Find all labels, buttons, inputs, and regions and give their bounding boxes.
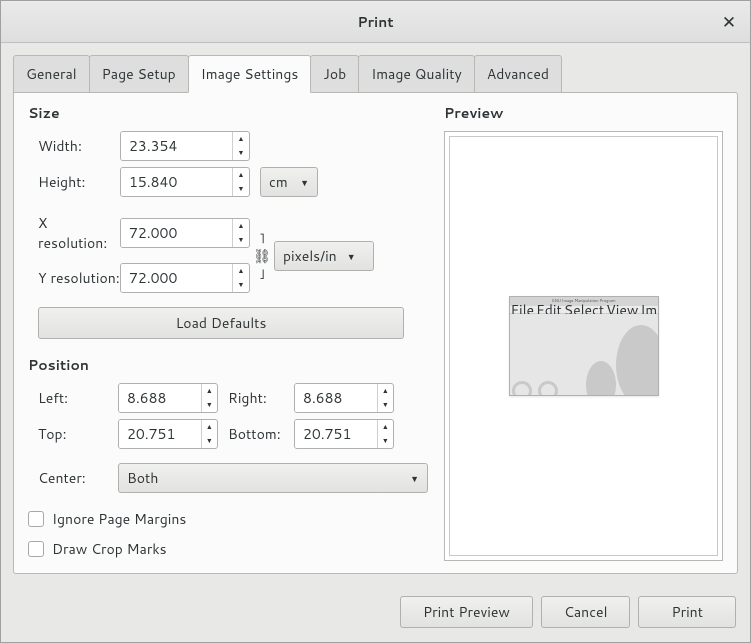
preview-thumb-menubar: FileEditSelectViewImageLayerColorsToolsF…: [510, 306, 658, 314]
close-icon[interactable]: ✕: [718, 11, 740, 33]
top-input[interactable]: [119, 420, 201, 448]
height-spinner[interactable]: ▲▼: [232, 168, 249, 196]
resolution-chain-icon[interactable]: ˥⛓˩: [250, 213, 274, 299]
xres-spinner[interactable]: ▲▼: [232, 219, 249, 247]
window-title: Print: [357, 12, 393, 32]
height-field[interactable]: ▲▼: [120, 167, 250, 197]
height-input[interactable]: [121, 168, 232, 196]
ignore-margins-label: Ignore Page Margins: [52, 509, 186, 529]
width-input[interactable]: [121, 132, 232, 160]
right-input[interactable]: [295, 384, 377, 412]
print-preview-button[interactable]: Print Preview: [400, 596, 533, 628]
center-combo[interactable]: Both ▼: [118, 463, 428, 493]
chevron-down-icon: ▼: [410, 472, 419, 485]
left-input[interactable]: [119, 384, 201, 412]
preview-page[interactable]: GNU Image Manipulation Program FileEditS…: [449, 136, 718, 556]
chevron-down-icon: ▼: [347, 250, 356, 263]
ignore-margins-checkbox[interactable]: [28, 511, 44, 527]
tab-image-quality[interactable]: Image Quality: [358, 55, 475, 92]
bottom-field[interactable]: ▲▼: [294, 419, 394, 449]
tab-advanced[interactable]: Advanced: [474, 55, 562, 92]
unit-linear-combo[interactable]: cm ▼: [260, 167, 318, 197]
left-field[interactable]: ▲▼: [118, 383, 218, 413]
preview-frame: GNU Image Manipulation Program FileEditS…: [444, 131, 723, 561]
tab-image-settings[interactable]: Image Settings: [188, 55, 312, 93]
bottom-input[interactable]: [295, 420, 377, 448]
width-field[interactable]: ▲▼: [120, 131, 250, 161]
xres-field[interactable]: ▲▼: [120, 218, 250, 248]
unit-resolution-combo[interactable]: pixels/in ▼: [274, 241, 374, 271]
print-button[interactable]: Print: [638, 596, 736, 628]
top-spinner[interactable]: ▲▼: [201, 420, 217, 448]
bottom-spinner[interactable]: ▲▼: [377, 420, 393, 448]
tab-job[interactable]: Job: [310, 55, 359, 92]
tab-bar: General Page Setup Image Settings Job Im…: [13, 55, 738, 92]
center-value: Both: [127, 468, 158, 488]
dialog-footer: Print Preview Cancel Print: [1, 586, 750, 642]
cancel-button[interactable]: Cancel: [541, 596, 631, 628]
unit-resolution-value: pixels/in: [283, 246, 337, 266]
preview-thumb-canvas: [510, 314, 658, 395]
top-label: Top:: [28, 424, 108, 444]
print-dialog: Print ✕ General Page Setup Image Setting…: [0, 0, 751, 643]
right-spinner[interactable]: ▲▼: [377, 384, 393, 412]
unit-linear-value: cm: [269, 172, 288, 192]
tab-general[interactable]: General: [13, 55, 90, 92]
right-field[interactable]: ▲▼: [294, 383, 394, 413]
position-heading: Position: [28, 355, 428, 375]
crop-marks-checkbox[interactable]: [28, 541, 44, 557]
yres-field[interactable]: ▲▼: [120, 263, 250, 293]
top-field[interactable]: ▲▼: [118, 419, 218, 449]
center-label: Center:: [28, 468, 108, 488]
crop-marks-label: Draw Crop Marks: [52, 539, 167, 559]
left-label: Left:: [28, 388, 108, 408]
yres-label: Y resolution:: [28, 268, 120, 288]
tab-page-setup[interactable]: Page Setup: [89, 55, 189, 92]
xres-label: X resolution:: [28, 213, 120, 253]
yres-spinner[interactable]: ▲▼: [232, 264, 249, 292]
preview-heading: Preview: [444, 103, 723, 123]
xres-input[interactable]: [121, 219, 232, 247]
bottom-label: Bottom:: [228, 424, 284, 444]
right-label: Right:: [228, 388, 284, 408]
titlebar: Print ✕: [1, 1, 750, 43]
tab-panel: Size Width: ▲▼ Height: ▲▼: [13, 92, 738, 574]
yres-input[interactable]: [121, 264, 232, 292]
width-spinner[interactable]: ▲▼: [232, 132, 249, 160]
height-label: Height:: [28, 172, 120, 192]
left-spinner[interactable]: ▲▼: [201, 384, 217, 412]
chevron-down-icon: ▼: [300, 176, 309, 189]
load-defaults-button[interactable]: Load Defaults: [38, 307, 404, 339]
width-label: Width:: [28, 136, 120, 156]
size-heading: Size: [28, 103, 428, 123]
preview-image-thumbnail[interactable]: GNU Image Manipulation Program FileEditS…: [509, 296, 659, 396]
